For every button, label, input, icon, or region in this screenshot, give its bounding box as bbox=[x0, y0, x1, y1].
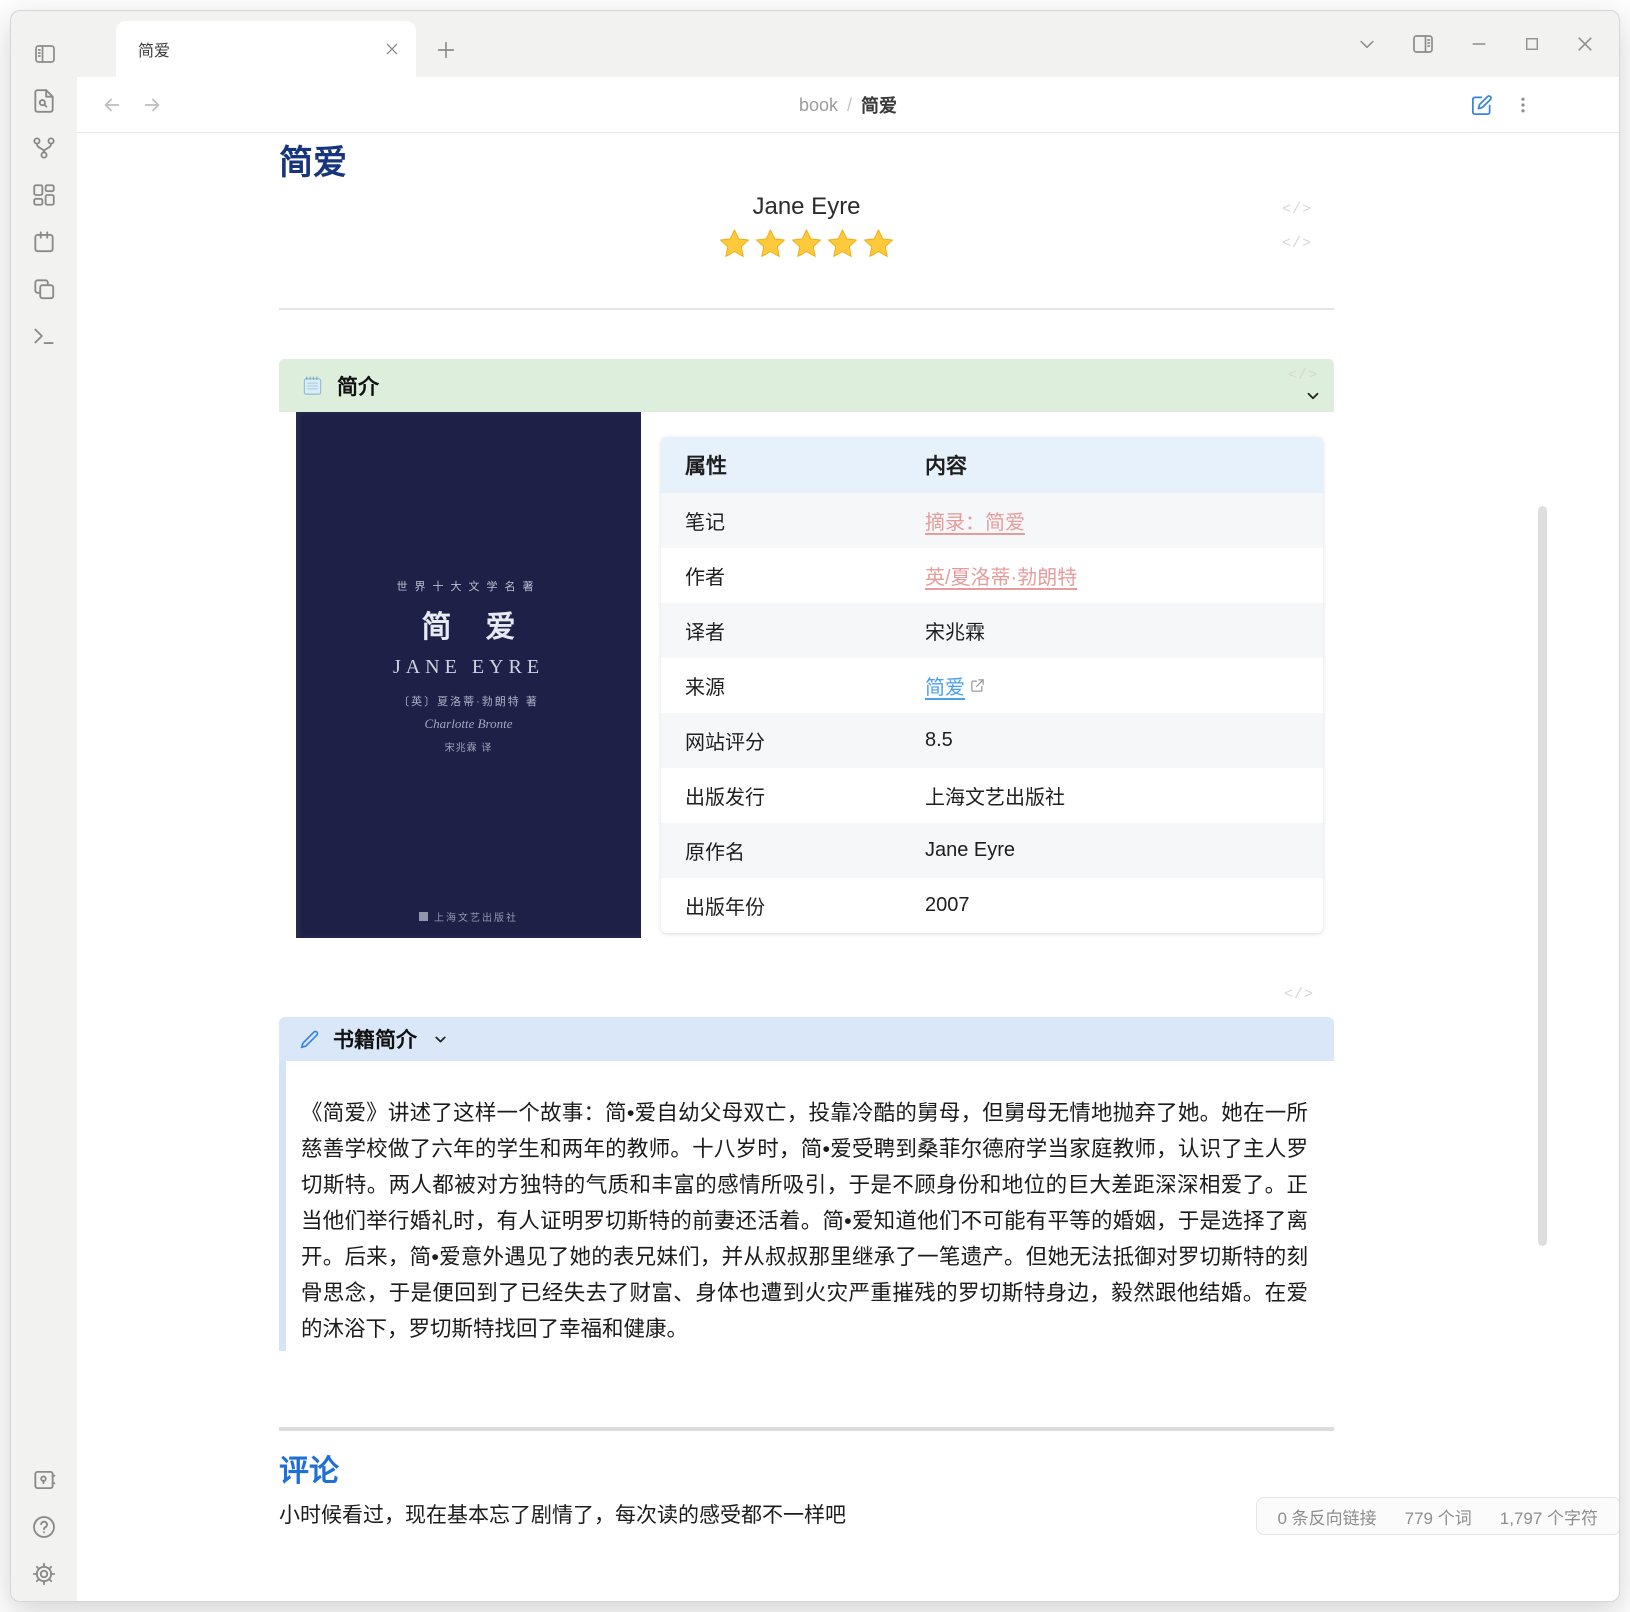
window-minimize-icon[interactable] bbox=[1469, 34, 1489, 54]
table-row: 笔记 摘录：简爱 bbox=[661, 493, 1323, 548]
word-count: 779 个词 bbox=[1405, 1504, 1472, 1529]
table-row: 网站评分 8.5 bbox=[661, 713, 1323, 768]
comment-text: 小时候看过，现在基本忘了剧情了，每次读的感受都不一样吧 bbox=[279, 1502, 1334, 1530]
table-row: 译者 宋兆霖 bbox=[661, 603, 1323, 658]
new-tab-icon[interactable] bbox=[435, 39, 457, 61]
book-cover-image: 世界十大文学名著 简爱 JANE EYRE 〔英〕夏洛蒂·勃朗特 著 Charl… bbox=[296, 412, 641, 938]
right-sidebar-toggle-icon[interactable] bbox=[1411, 32, 1435, 56]
star-icon bbox=[719, 228, 750, 259]
pencil-icon bbox=[299, 1029, 320, 1050]
star-icon bbox=[791, 228, 822, 259]
edit-block-code-icon[interactable]: </> bbox=[1288, 367, 1318, 384]
cover-author-cn: 〔英〕夏洛蒂·勃朗特 著 bbox=[398, 693, 539, 709]
table-row: 作者 英/夏洛蒂·勃朗特 bbox=[661, 548, 1323, 603]
breadcrumb-current: 简爱 bbox=[861, 92, 897, 118]
table-row: 来源 简爱 bbox=[661, 658, 1323, 713]
settings-gear-icon[interactable] bbox=[31, 1561, 57, 1587]
callout-collapse-chevron-icon[interactable] bbox=[1304, 387, 1322, 405]
backlinks-count[interactable]: 0 条反向链接 bbox=[1277, 1504, 1376, 1529]
tab-active[interactable]: 简爱 bbox=[116, 21, 416, 77]
breadcrumb-folder[interactable]: book bbox=[799, 95, 838, 116]
intro-callout-header[interactable]: 简介 </> bbox=[279, 359, 1334, 412]
publisher-logo bbox=[419, 912, 428, 921]
note-header: book / 简爱 bbox=[77, 77, 1619, 133]
table-row: 原作名 Jane Eyre bbox=[661, 823, 1323, 878]
summary-callout-title: 书籍简介 bbox=[333, 1024, 417, 1054]
external-link-icon bbox=[970, 678, 985, 693]
window-close-icon[interactable] bbox=[1575, 34, 1595, 54]
table-header-row: 属性 内容 bbox=[661, 437, 1323, 493]
titlebar: 简爱 bbox=[11, 11, 1619, 77]
divider bbox=[279, 1427, 1334, 1431]
left-ribbon bbox=[11, 77, 77, 1601]
intro-callout: 简介 </> 世界十大文学名著 简爱 JANE EYRE bbox=[279, 359, 1334, 938]
terminal-icon[interactable] bbox=[31, 323, 57, 349]
app-window: 简爱 bbox=[10, 10, 1620, 1602]
unresolved-note-link[interactable]: 摘录：简爱 bbox=[925, 512, 1025, 534]
column-header: 属性 bbox=[661, 437, 901, 493]
edit-block-code-icon[interactable]: </> bbox=[1282, 201, 1312, 218]
breadcrumb: book / 简爱 bbox=[77, 77, 1619, 133]
scrollbar-thumb[interactable] bbox=[1538, 506, 1547, 1246]
search-file-icon[interactable] bbox=[31, 88, 57, 114]
cover-title-cn: 简爱 bbox=[388, 602, 550, 646]
notepad-icon bbox=[301, 374, 324, 397]
edit-block-code-icon[interactable]: </> bbox=[1282, 235, 1312, 252]
divider bbox=[279, 308, 1334, 310]
status-bar: 0 条反向链接 779 个词 1,797 个字符 bbox=[1256, 1497, 1620, 1535]
cover-publisher: 上海文艺出版社 bbox=[296, 909, 641, 924]
left-sidebar-toggle-icon[interactable] bbox=[33, 42, 57, 66]
summary-callout-header[interactable]: 书籍简介 bbox=[279, 1017, 1334, 1061]
comments-heading: 评论 bbox=[279, 1453, 1334, 1491]
edit-mode-icon[interactable] bbox=[1470, 94, 1493, 117]
templates-copy-icon[interactable] bbox=[31, 276, 57, 302]
tab-title: 简爱 bbox=[138, 37, 384, 61]
cover-title-en: JANE EYRE bbox=[393, 656, 544, 679]
window-maximize-icon[interactable] bbox=[1523, 35, 1541, 53]
callout-collapse-chevron-icon[interactable] bbox=[432, 1031, 449, 1048]
tab-list-chevron-icon[interactable] bbox=[1357, 34, 1377, 54]
char-count: 1,797 个字符 bbox=[1500, 1504, 1598, 1529]
rating-stars bbox=[279, 227, 1334, 259]
attributes-table: 属性 内容 笔记 摘录：简爱 作者 英/夏洛蒂· bbox=[661, 437, 1323, 933]
external-source-link[interactable]: 简爱 bbox=[925, 671, 965, 700]
table-row: 出版年份 2007 bbox=[661, 878, 1323, 933]
help-icon[interactable] bbox=[31, 1514, 57, 1540]
intro-callout-title: 简介 bbox=[337, 371, 379, 401]
book-subtitle: Jane Eyre bbox=[279, 191, 1334, 223]
star-icon bbox=[827, 228, 858, 259]
column-header: 内容 bbox=[901, 437, 1323, 493]
tab-close-icon[interactable] bbox=[384, 41, 400, 57]
cover-author-en: Charlotte Bronte bbox=[425, 716, 513, 732]
more-options-icon[interactable] bbox=[1513, 95, 1533, 115]
note-content: 简爱 Jane Eyre </> </> bbox=[77, 133, 1619, 1601]
note-pane: book / 简爱 简爱 Jane Eyre bbox=[77, 77, 1619, 1601]
edit-block-code-icon[interactable]: </> bbox=[1284, 986, 1314, 1003]
page-title: 简爱 bbox=[279, 141, 1334, 185]
table-row: 出版发行 上海文艺出版社 bbox=[661, 768, 1323, 823]
vault-switcher-icon[interactable] bbox=[31, 1467, 57, 1493]
summary-text: 《简爱》讲述了这样一个故事：简•爱自幼父母双亡，投靠冷酷的舅母，但舅母无情地抛弃… bbox=[279, 1061, 1334, 1351]
breadcrumb-separator: / bbox=[847, 95, 852, 116]
calendar-icon[interactable] bbox=[31, 229, 57, 255]
star-icon bbox=[755, 228, 786, 259]
unresolved-note-link[interactable]: 英/夏洛蒂·勃朗特 bbox=[925, 567, 1077, 589]
star-icon bbox=[863, 228, 894, 259]
graph-view-icon[interactable] bbox=[31, 135, 57, 161]
summary-callout: </> 书籍简介 《简爱》讲述了这样一个故事：简•爱自幼父母双亡，投靠冷酷的舅母… bbox=[279, 1017, 1334, 1351]
cover-tagline: 世界十大文学名著 bbox=[397, 578, 541, 594]
cover-translator: 宋兆霖 译 bbox=[445, 739, 493, 754]
dashboard-icon[interactable] bbox=[31, 182, 57, 208]
